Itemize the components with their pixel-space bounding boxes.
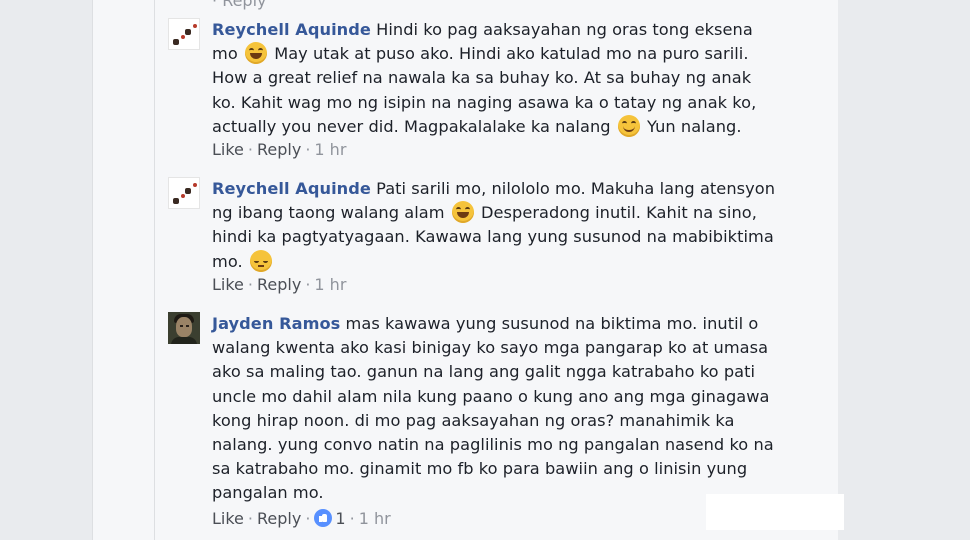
timestamp[interactable]: 1 hr (359, 509, 391, 528)
like-link[interactable]: Like (212, 275, 244, 294)
reply-link[interactable]: Reply (222, 0, 266, 10)
comment-body: Jayden Ramos mas kawawa yung susunod na … (212, 312, 780, 506)
comment-actions: Like · Reply · 1 hr (212, 275, 347, 294)
comment-body: Reychell Aquinde Hindi ko pag aaksayahan… (212, 18, 780, 139)
avatar[interactable] (168, 177, 200, 209)
thread-line (154, 0, 155, 540)
pensive-emoji-icon (249, 249, 272, 272)
grinning-emoji-icon (244, 42, 267, 65)
overlay-patch (706, 494, 844, 530)
comment-actions: Like · Reply · 1 hr (212, 140, 347, 159)
previous-comment-actions: · Reply (212, 0, 267, 10)
timestamp[interactable]: 1 hr (314, 140, 346, 159)
reply-link[interactable]: Reply (257, 509, 301, 528)
comment-author[interactable]: Jayden Ramos (212, 314, 340, 333)
grinning-emoji-icon (451, 201, 474, 224)
comment-actions: Like · Reply · 1 · 1 hr (212, 509, 391, 528)
like-link[interactable]: Like (212, 140, 244, 159)
avatar[interactable] (168, 312, 200, 344)
comment-text: Yun nalang. (647, 116, 742, 136)
like-link[interactable]: Like (212, 509, 244, 528)
comment-author[interactable]: Reychell Aquinde (212, 179, 371, 198)
page-background-left (0, 0, 92, 540)
comment-body: Reychell Aquinde Pati sarili mo, nilolol… (212, 177, 780, 274)
comment-author[interactable]: Reychell Aquinde (212, 20, 371, 39)
smiling-emoji-icon (617, 114, 640, 137)
timestamp[interactable]: 1 hr (314, 275, 346, 294)
avatar[interactable] (168, 18, 200, 50)
reply-link[interactable]: Reply (257, 275, 301, 294)
page-background-right (838, 0, 970, 540)
like-reaction-icon[interactable] (314, 509, 333, 527)
comment-text: mas kawawa yung susunod na biktima mo. i… (212, 314, 774, 503)
reply-link[interactable]: Reply (257, 140, 301, 159)
reaction-count[interactable]: 1 (335, 509, 345, 528)
